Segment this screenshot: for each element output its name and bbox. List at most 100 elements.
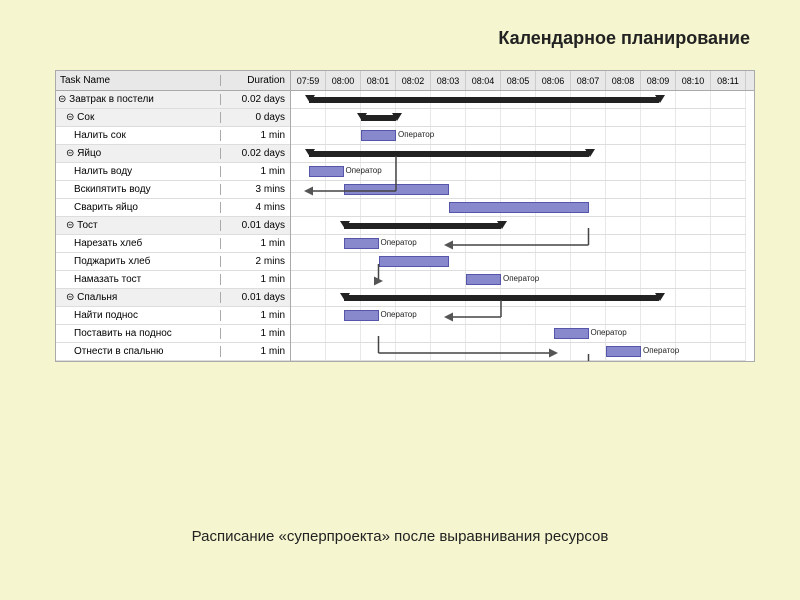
- chart-row: Оператор: [291, 271, 746, 289]
- summary-diamond-left: [340, 293, 350, 301]
- task-name: Налить сок: [56, 130, 221, 141]
- time-label: 08:08: [606, 71, 641, 90]
- chart-row: [291, 217, 746, 235]
- bar-label: Оператор: [381, 310, 417, 319]
- task-name: Вскипятить воду: [56, 184, 221, 195]
- time-label: 08:11: [711, 71, 746, 90]
- chart-row: [291, 181, 746, 199]
- summary-diamond-right: [655, 293, 665, 301]
- task-bar: [344, 310, 379, 321]
- table-row: Вскипятить воду3 mins: [56, 181, 290, 199]
- task-duration: 0 days: [221, 112, 289, 123]
- task-name: Найти поднос: [56, 310, 221, 321]
- task-table: Task Name Duration ⊝ Завтрак в постели0.…: [56, 71, 291, 361]
- task-name: Отнести в спальню: [56, 346, 221, 357]
- task-bar: [449, 202, 589, 213]
- table-row: Поджарить хлеб2 mins: [56, 253, 290, 271]
- task-bar: [344, 184, 449, 195]
- chart-row: [291, 199, 746, 217]
- bar-label: Оператор: [643, 346, 679, 355]
- summary-diamond-left: [305, 95, 315, 103]
- task-duration: 0.02 days: [221, 148, 289, 159]
- bar-label: Оператор: [346, 166, 382, 175]
- time-label: 07:59: [291, 71, 326, 90]
- task-name: Сварить яйцо: [56, 202, 221, 213]
- task-name: ⊝ Завтрак в постели: [56, 94, 221, 105]
- chart-row: [291, 145, 746, 163]
- task-duration: 0.02 days: [221, 94, 289, 105]
- summary-bar: [344, 223, 502, 229]
- task-bar: [606, 346, 641, 357]
- summary-diamond-left: [305, 149, 315, 157]
- timeline-header: 07:5908:0008:0108:0208:0308:0408:0508:06…: [291, 71, 754, 91]
- task-duration: 1 min: [221, 130, 289, 141]
- task-bar: [309, 166, 344, 177]
- table-row: ⊝ Завтрак в постели0.02 days: [56, 91, 290, 109]
- task-duration: 1 min: [221, 166, 289, 177]
- chart-row: [291, 109, 746, 127]
- page-title: Календарное планирование: [498, 28, 750, 49]
- table-row: ⊝ Тост0.01 days: [56, 217, 290, 235]
- task-duration: 1 min: [221, 346, 289, 357]
- summary-diamond-left: [340, 221, 350, 229]
- summary-diamond-left: [357, 113, 367, 121]
- task-name: ⊝ Тост: [56, 220, 221, 231]
- bar-label: Оператор: [398, 130, 434, 139]
- table-row: ⊝ Спальня0.01 days: [56, 289, 290, 307]
- table-row: Нарезать хлеб1 min: [56, 235, 290, 253]
- chart-row: Оператор: [291, 127, 746, 145]
- table-row: ⊝ Сок0 days: [56, 109, 290, 127]
- task-bar: [554, 328, 589, 339]
- task-name: Налить воду: [56, 166, 221, 177]
- task-name: ⊝ Сок: [56, 112, 221, 123]
- chart-row: Оператор: [291, 343, 746, 361]
- chart-row: Оператор: [291, 163, 746, 181]
- table-row: ⊝ Яйцо0.02 days: [56, 145, 290, 163]
- chart-rows-container: Оператор Оператор Оператор Оператор Оператор…: [291, 91, 754, 361]
- chart-row: Оператор: [291, 325, 746, 343]
- time-label: 08:00: [326, 71, 361, 90]
- task-name: ⊝ Яйцо: [56, 148, 221, 159]
- task-duration: 2 mins: [221, 256, 289, 267]
- table-row: Намазать тост1 min: [56, 271, 290, 289]
- task-name: ⊝ Спальня: [56, 292, 221, 303]
- task-duration: 4 mins: [221, 202, 289, 213]
- chart-area: 07:5908:0008:0108:0208:0308:0408:0508:06…: [291, 71, 754, 361]
- time-label: 08:02: [396, 71, 431, 90]
- table-row: Отнести в спальню1 min: [56, 343, 290, 361]
- time-label: 08:09: [641, 71, 676, 90]
- bar-label: Оператор: [591, 328, 627, 337]
- chart-row: Оператор: [291, 307, 746, 325]
- task-name: Поджарить хлеб: [56, 256, 221, 267]
- summary-diamond-right: [392, 113, 402, 121]
- task-duration: 1 min: [221, 238, 289, 249]
- summary-bar: [309, 151, 589, 157]
- gantt-chart: Task Name Duration ⊝ Завтрак в постели0.…: [55, 70, 755, 362]
- chart-row: [291, 289, 746, 307]
- summary-bar: [309, 97, 659, 103]
- task-bar: [361, 130, 396, 141]
- col-taskname: Task Name: [56, 75, 221, 86]
- chart-row: Оператор: [291, 235, 746, 253]
- summary-diamond-right: [497, 221, 507, 229]
- task-bar: [344, 238, 379, 249]
- caption-text: Расписание «суперпроекта» после выравнив…: [0, 528, 800, 545]
- task-duration: 1 min: [221, 310, 289, 321]
- summary-diamond-right: [655, 95, 665, 103]
- task-duration: 0.01 days: [221, 220, 289, 231]
- table-row: Сварить яйцо4 mins: [56, 199, 290, 217]
- table-row: Налить сок1 min: [56, 127, 290, 145]
- table-row: Найти поднос1 min: [56, 307, 290, 325]
- summary-bar: [344, 295, 659, 301]
- task-name: Намазать тост: [56, 274, 221, 285]
- task-name: Поставить на поднос: [56, 328, 221, 339]
- time-label: 08:05: [501, 71, 536, 90]
- time-label: 08:10: [676, 71, 711, 90]
- table-row: Поставить на поднос1 min: [56, 325, 290, 343]
- time-label: 08:03: [431, 71, 466, 90]
- table-header: Task Name Duration: [56, 71, 290, 91]
- summary-diamond-right: [585, 149, 595, 157]
- task-duration: 0.01 days: [221, 292, 289, 303]
- col-duration: Duration: [221, 75, 289, 86]
- task-bar: [466, 274, 501, 285]
